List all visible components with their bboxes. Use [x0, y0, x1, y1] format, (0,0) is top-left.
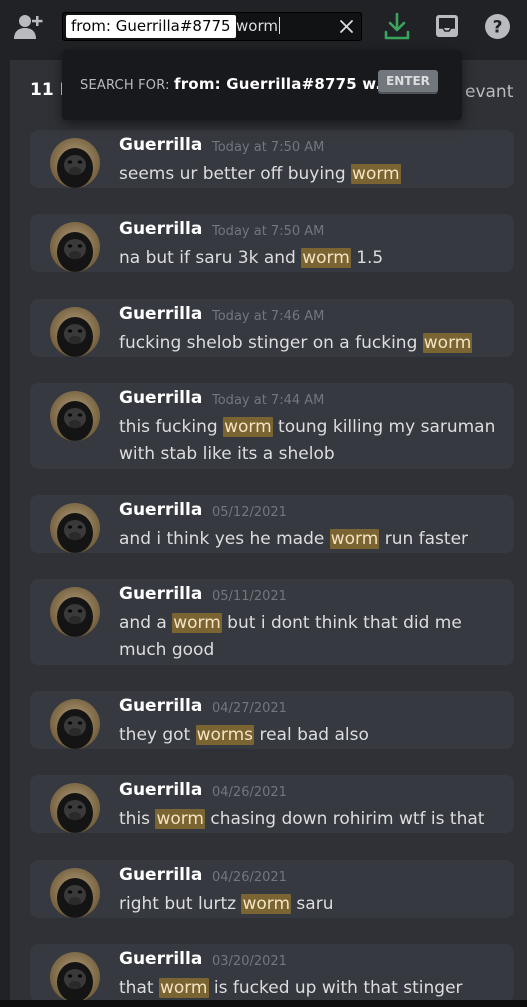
search-highlight: worm	[351, 164, 401, 184]
message-content: that worm is fucked up with that stinger	[119, 975, 499, 1002]
search-highlight: worm	[301, 248, 351, 268]
search-highlight: worm	[223, 417, 273, 437]
avatar[interactable]	[50, 587, 100, 637]
avatar[interactable]	[50, 503, 100, 553]
message-author[interactable]: Guerrilla	[119, 388, 202, 408]
message-author[interactable]: Guerrilla	[119, 949, 202, 969]
message-content: seems ur better off buying worm	[119, 161, 499, 188]
message-author[interactable]: Guerrilla	[119, 584, 202, 604]
message-text: is fucked up with that stinger	[208, 978, 463, 998]
message-content: na but if saru 3k and worm 1.5	[119, 245, 499, 272]
search-highlight: worms	[195, 725, 255, 745]
add-friend-icon[interactable]	[12, 12, 44, 40]
search-query[interactable]: worm	[236, 16, 280, 37]
avatar[interactable]	[50, 783, 100, 833]
download-icon[interactable]	[384, 12, 410, 40]
enter-key-hint: ENTER	[378, 70, 438, 92]
message-text: seems ur better off buying	[119, 164, 352, 184]
avatar[interactable]	[50, 222, 100, 272]
message-timestamp: 05/11/2021	[212, 589, 287, 604]
search-result-message[interactable]: Guerrilla Today at 7:50 AM na but if saru …	[30, 214, 514, 272]
message-timestamp: 04/26/2021	[212, 785, 287, 800]
message-author[interactable]: Guerrilla	[119, 500, 202, 520]
message-content: and a worm but i dont think that did me …	[119, 610, 499, 664]
message-text: this fucking	[119, 417, 224, 437]
message-author[interactable]: Guerrilla	[119, 696, 202, 716]
search-autocomplete-popout[interactable]: SEARCH FOR: from: Guerrilla#8775 w... EN…	[62, 50, 462, 120]
search-result-message[interactable]: Guerrilla Today at 7:44 AM this fucking wo…	[30, 383, 514, 469]
message-timestamp: Today at 7:50 AM	[212, 224, 325, 239]
search-highlight: worm	[158, 978, 209, 998]
message-text: they got	[119, 725, 196, 745]
search-result-message[interactable]: Guerrilla Today at 7:50 AM seems ur better…	[30, 130, 514, 188]
search-highlight: worm	[172, 613, 222, 633]
search-input[interactable]: from: Guerrilla#8775 worm	[62, 12, 362, 41]
avatar[interactable]	[50, 307, 100, 357]
search-highlight: worm	[241, 894, 292, 914]
message-text: saru	[291, 894, 334, 914]
svg-text:?: ?	[493, 18, 503, 38]
avatar[interactable]	[50, 391, 100, 441]
message-content: this fucking worm toung killing my sarum…	[119, 414, 499, 468]
message-content: fucking shelob stinger on a fucking worm	[119, 330, 499, 357]
top-bar: from: Guerrilla#8775 worm ?	[0, 0, 527, 52]
message-text: and a	[119, 613, 173, 633]
search-for-option[interactable]: SEARCH FOR: from: Guerrilla#8775 w...	[80, 75, 393, 93]
message-timestamp: 04/27/2021	[212, 701, 287, 716]
message-timestamp: Today at 7:46 AM	[212, 309, 325, 324]
message-text: that	[119, 978, 159, 998]
message-timestamp: 03/20/2021	[212, 954, 287, 969]
search-results-list[interactable]: Guerrilla Today at 7:50 AM seems ur better…	[10, 122, 527, 1002]
message-author[interactable]: Guerrilla	[119, 780, 202, 800]
message-text: real bad also	[254, 725, 369, 745]
message-author[interactable]: Guerrilla	[119, 304, 202, 324]
message-text: na but if saru 3k and	[119, 248, 302, 268]
sort-tab-relevant[interactable]: evant	[465, 82, 513, 102]
message-content: this worm chasing down rohirim wtf is th…	[119, 806, 499, 833]
search-highlight: worm	[329, 529, 380, 549]
text-caret	[278, 17, 280, 34]
avatar[interactable]	[50, 868, 100, 918]
message-text: and i think yes he made	[119, 529, 330, 549]
message-timestamp: 05/12/2021	[212, 505, 287, 520]
search-result-message[interactable]: Guerrilla 05/12/2021 and i think yes he ma…	[30, 495, 514, 553]
message-content: right but lurtz worm saru	[119, 891, 499, 918]
avatar[interactable]	[50, 699, 100, 749]
message-text: chasing down rohirim wtf is that	[205, 809, 485, 829]
message-text: run faster	[379, 529, 469, 549]
message-author[interactable]: Guerrilla	[119, 135, 202, 155]
message-timestamp: Today at 7:44 AM	[212, 393, 325, 408]
message-content: they got worms real bad also	[119, 722, 499, 749]
search-result-message[interactable]: Guerrilla Today at 7:46 AM fucking shelob …	[30, 299, 514, 357]
message-text: this	[119, 809, 156, 829]
search-filter-pill[interactable]: from: Guerrilla#8775	[66, 15, 236, 38]
search-result-message[interactable]: Guerrilla 05/11/2021 and a worm but i dont…	[30, 579, 514, 665]
message-timestamp: 04/26/2021	[212, 870, 287, 885]
search-highlight: worm	[155, 809, 205, 829]
close-icon[interactable]	[339, 19, 354, 34]
taskbar-edge	[0, 1000, 527, 1007]
search-highlight: worm	[422, 333, 473, 353]
search-result-message[interactable]: Guerrilla 04/27/2021 they got worms real b…	[30, 691, 514, 749]
avatar[interactable]	[50, 138, 100, 188]
message-text: fucking shelob stinger on a fucking	[119, 333, 423, 353]
message-content: and i think yes he made worm run faster	[119, 526, 499, 553]
avatar[interactable]	[50, 952, 100, 1002]
search-result-message[interactable]: Guerrilla 03/20/2021 that worm is fucked u…	[30, 944, 514, 1002]
message-text: right but lurtz	[119, 894, 242, 914]
message-author[interactable]: Guerrilla	[119, 865, 202, 885]
search-result-message[interactable]: Guerrilla 04/26/2021 right but lurtz worm …	[30, 860, 514, 918]
message-timestamp: Today at 7:50 AM	[212, 140, 325, 155]
inbox-icon[interactable]	[434, 13, 460, 39]
help-icon[interactable]: ?	[484, 13, 511, 40]
message-text: 1.5	[350, 248, 384, 268]
search-result-message[interactable]: Guerrilla 04/26/2021 this worm chasing dow…	[30, 775, 514, 833]
message-author[interactable]: Guerrilla	[119, 219, 202, 239]
